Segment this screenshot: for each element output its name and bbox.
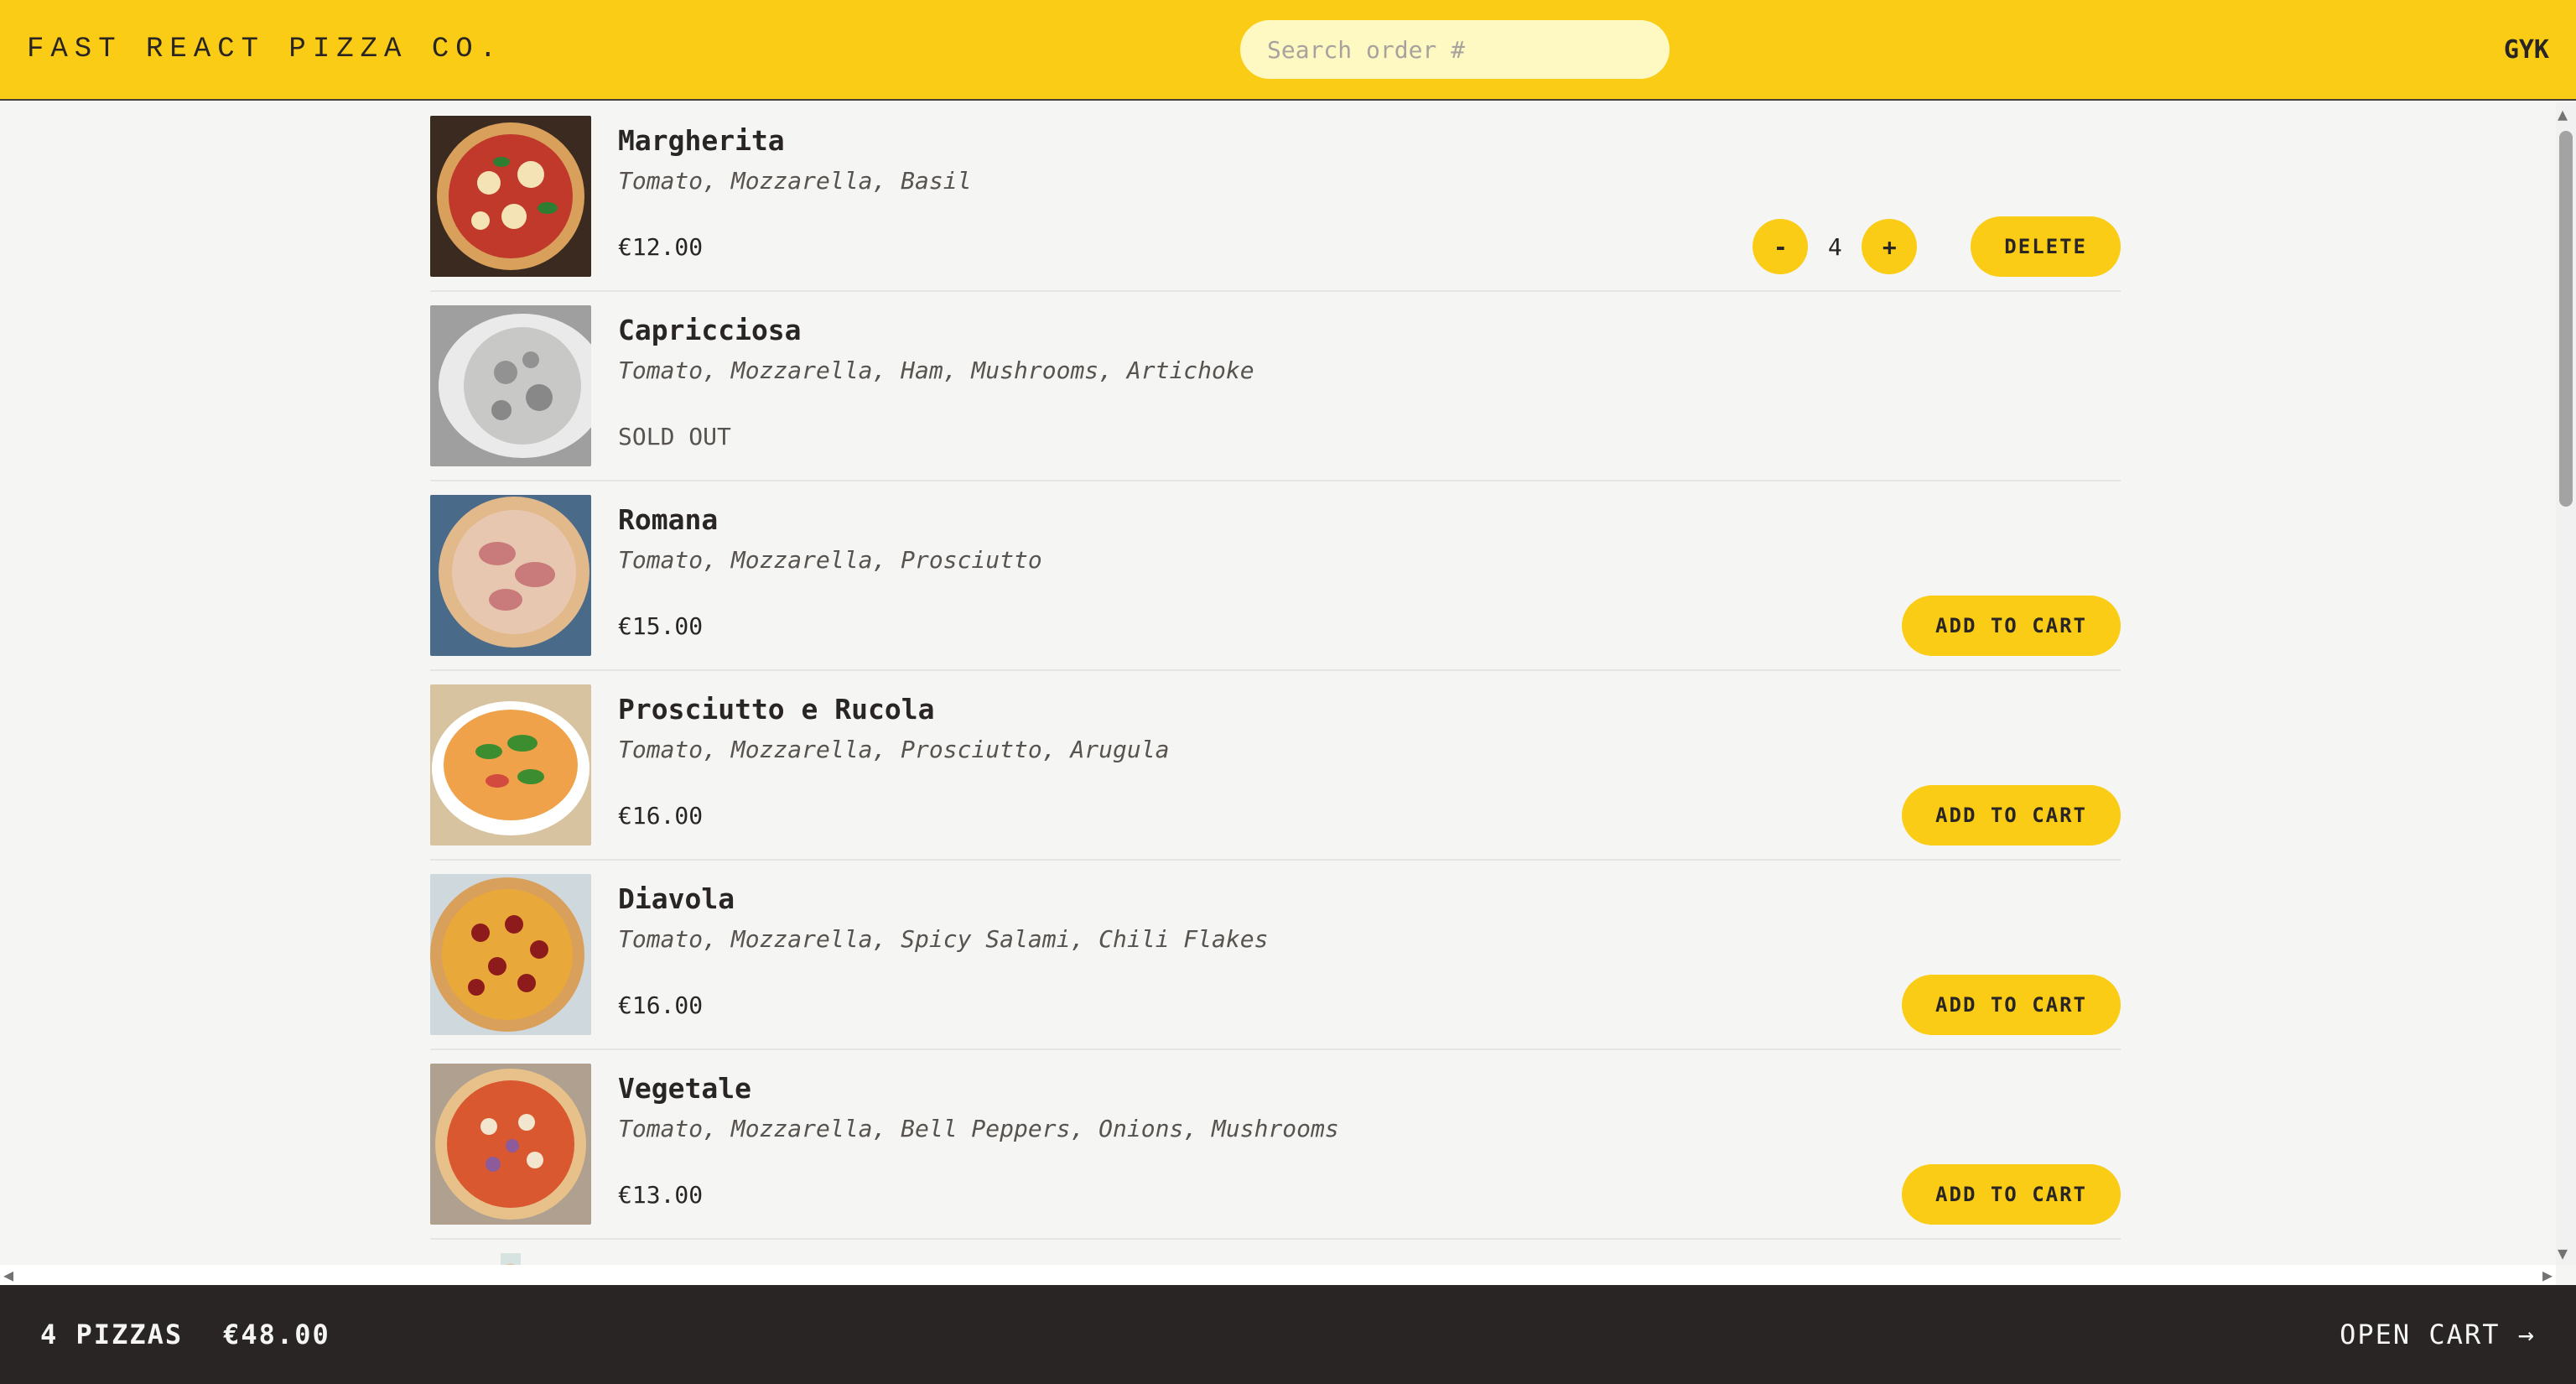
horizontal-scrollbar[interactable]: ◀ ▶ bbox=[0, 1265, 2556, 1285]
pizza-ingredients: Tomato, Mozzarella, Spicy Salami, Chili … bbox=[618, 925, 1269, 953]
cart-summary: 4 PIZZAS €48.00 bbox=[40, 1319, 330, 1350]
pizza-details: Diavola Tomato, Mozzarella, Spicy Salami… bbox=[618, 874, 2121, 1035]
add-to-cart-button[interactable]: Add to cart bbox=[1902, 1164, 2121, 1225]
pizza-name: Capricciosa bbox=[618, 314, 802, 346]
cart-item-controls: - 4 + Delete bbox=[1753, 216, 2121, 277]
cart-total-price: €48.00 bbox=[223, 1319, 330, 1350]
pizza-image bbox=[430, 305, 591, 466]
cart-pizza-count: 4 PIZZAS bbox=[40, 1319, 184, 1350]
open-cart-link[interactable]: Open cart → bbox=[2340, 1319, 2536, 1350]
pizza-name: Prosciutto e Rucola bbox=[618, 693, 935, 726]
menu-item-vegetale: Vegetale Tomato, Mozzarella, Bell Pepper… bbox=[430, 1050, 2121, 1240]
pizza-price: €12.00 bbox=[618, 232, 704, 261]
pizza-ingredients: Tomato, Mozzarella, Prosciutto, Arugula bbox=[618, 736, 1170, 763]
pizza-footer: SOLD OUT bbox=[618, 406, 2121, 466]
vertical-scrollbar[interactable]: ▲ ▼ bbox=[2556, 102, 2576, 1265]
pizza-ingredients: Tomato, Mozzarella, Bell Peppers, Onions… bbox=[618, 1115, 1339, 1142]
menu-item-capricciosa: Capricciosa Tomato, Mozzarella, Ham, Mus… bbox=[430, 292, 2121, 481]
pizza-name: Diavola bbox=[618, 882, 735, 915]
pizza-name: Romana bbox=[618, 503, 719, 536]
pizza-footer: €16.00 Add to cart bbox=[618, 785, 2121, 845]
pizza-price: €15.00 bbox=[618, 611, 704, 640]
pizza-image bbox=[501, 1253, 521, 1265]
pizza-price: €16.00 bbox=[618, 801, 704, 830]
scroll-right-icon[interactable]: ▶ bbox=[2542, 1267, 2553, 1283]
pizza-footer: €15.00 Add to cart bbox=[618, 596, 2121, 656]
pizza-ingredients: Tomato, Mozzarella, Basil bbox=[618, 167, 972, 195]
pizza-image bbox=[430, 1064, 591, 1225]
pizza-details: Vegetale Tomato, Mozzarella, Bell Pepper… bbox=[618, 1064, 2121, 1225]
cart-overview: 4 PIZZAS €48.00 Open cart → bbox=[0, 1285, 2576, 1384]
pizza-details: Romana Tomato, Mozzarella, Prosciutto €1… bbox=[618, 495, 2121, 656]
pizza-details: Capricciosa Tomato, Mozzarella, Ham, Mus… bbox=[618, 305, 2121, 466]
menu-item-romana: Romana Tomato, Mozzarella, Prosciutto €1… bbox=[430, 481, 2121, 671]
decrease-quantity-button[interactable]: - bbox=[1753, 219, 1809, 274]
pizza-footer: €13.00 Add to cart bbox=[618, 1164, 2121, 1225]
add-to-cart-button[interactable]: Add to cart bbox=[1902, 975, 2121, 1035]
scroll-left-icon[interactable]: ◀ bbox=[3, 1267, 13, 1283]
add-to-cart-button[interactable]: Add to cart bbox=[1902, 785, 2121, 845]
scroll-up-icon[interactable]: ▲ bbox=[2558, 106, 2568, 122]
pizza-name: Vegetale bbox=[618, 1072, 751, 1105]
username: GYK bbox=[2503, 34, 2549, 65]
pizza-details: Margherita Tomato, Mozzarella, Basil €12… bbox=[618, 116, 2121, 277]
increase-quantity-button[interactable]: + bbox=[1862, 219, 1918, 274]
item-quantity: 4 bbox=[1827, 232, 1842, 261]
vertical-scrollbar-thumb[interactable] bbox=[2559, 131, 2573, 507]
menu-item-prosciutto-e-rucola: Prosciutto e Rucola Tomato, Mozzarella, … bbox=[430, 671, 2121, 861]
pizza-details: Prosciutto e Rucola Tomato, Mozzarella, … bbox=[618, 684, 2121, 845]
pizza-ingredients: Tomato, Mozzarella, Prosciutto bbox=[618, 546, 1042, 574]
pizza-image bbox=[430, 874, 591, 1035]
menu-list: Margherita Tomato, Mozzarella, Basil €12… bbox=[430, 102, 2121, 1265]
add-to-cart-button[interactable]: Add to cart bbox=[1902, 596, 2121, 656]
menu-item-partial bbox=[430, 1240, 2121, 1265]
pizza-price: €16.00 bbox=[618, 991, 704, 1019]
pizza-price: €13.00 bbox=[618, 1180, 704, 1209]
menu-item-diavola: Diavola Tomato, Mozzarella, Spicy Salami… bbox=[430, 861, 2121, 1050]
pizza-ingredients: Tomato, Mozzarella, Ham, Mushrooms, Arti… bbox=[618, 356, 1254, 384]
order-search-input[interactable] bbox=[1240, 20, 1670, 79]
pizza-name: Margherita bbox=[618, 124, 785, 157]
pizza-footer: €12.00 - 4 + Delete bbox=[618, 216, 2121, 277]
menu-viewport: Margherita Tomato, Mozzarella, Basil €12… bbox=[0, 102, 2556, 1265]
pizza-footer: €16.00 Add to cart bbox=[618, 975, 2121, 1035]
app-logo[interactable]: Fast React Pizza Co. bbox=[27, 34, 503, 65]
delete-item-button[interactable]: Delete bbox=[1971, 216, 2121, 277]
menu-item-margherita: Margherita Tomato, Mozzarella, Basil €12… bbox=[430, 102, 2121, 292]
pizza-image bbox=[430, 116, 591, 277]
pizza-image bbox=[430, 684, 591, 845]
pizza-image bbox=[430, 495, 591, 656]
sold-out-label: SOLD OUT bbox=[618, 422, 731, 450]
scroll-down-icon[interactable]: ▼ bbox=[2558, 1245, 2568, 1262]
app-header: Fast React Pizza Co. GYK bbox=[0, 0, 2576, 101]
